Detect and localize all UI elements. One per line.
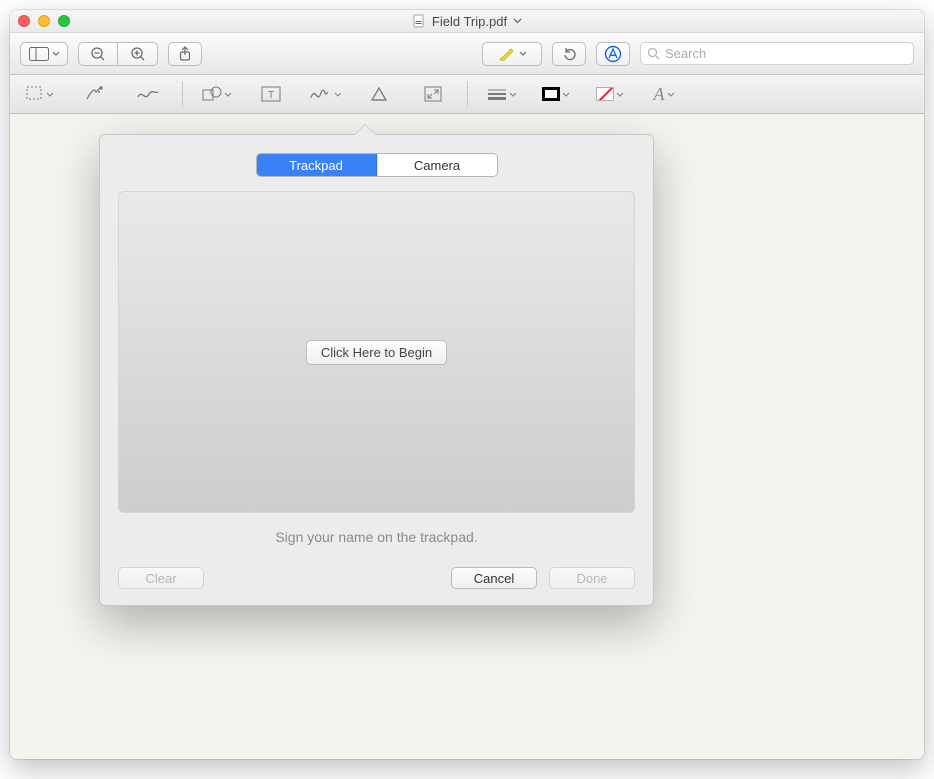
markup-toggle-button[interactable] xyxy=(596,42,630,66)
click-to-begin-button[interactable]: Click Here to Begin xyxy=(306,340,447,365)
minimize-window-button[interactable] xyxy=(38,15,50,27)
text-style-button[interactable]: A xyxy=(648,82,680,106)
tab-camera[interactable]: Camera xyxy=(377,154,497,176)
zoom-in-button[interactable] xyxy=(118,42,158,66)
document-icon xyxy=(412,14,426,28)
window-title: Field Trip.pdf xyxy=(432,14,507,29)
window-title-group: Field Trip.pdf xyxy=(10,14,924,29)
signature-canvas[interactable]: Click Here to Begin xyxy=(118,191,635,513)
sketch-button[interactable] xyxy=(132,82,164,106)
chevron-down-icon[interactable] xyxy=(513,18,522,24)
markup-toolbar: T A xyxy=(10,75,924,114)
instant-alpha-button[interactable] xyxy=(78,82,110,106)
document-area: Trackpad Camera Click Here to Begin Sign… xyxy=(10,114,924,759)
sidebar-view-button[interactable] xyxy=(20,42,68,66)
clear-button[interactable]: Clear xyxy=(118,567,204,589)
window: Field Trip.pdf xyxy=(10,10,924,759)
text-style-icon: A xyxy=(654,84,665,105)
highlight-button[interactable] xyxy=(482,42,542,66)
text-box-button[interactable]: T xyxy=(255,82,287,106)
svg-text:T: T xyxy=(268,90,274,101)
shapes-button[interactable] xyxy=(201,82,233,106)
close-window-button[interactable] xyxy=(18,15,30,27)
border-swatch-icon xyxy=(542,87,560,101)
main-toolbar: Search xyxy=(10,33,924,75)
selection-tool-button[interactable] xyxy=(24,82,56,106)
signature-source-tabs: Trackpad Camera xyxy=(118,153,635,177)
zoom-window-button[interactable] xyxy=(58,15,70,27)
cancel-button[interactable]: Cancel xyxy=(451,567,537,589)
toolbar-divider xyxy=(182,81,183,107)
rotate-button[interactable] xyxy=(552,42,586,66)
search-icon xyxy=(647,47,660,60)
toolbar-divider xyxy=(467,81,468,107)
titlebar: Field Trip.pdf xyxy=(10,10,924,33)
sign-button[interactable] xyxy=(309,82,341,106)
fill-swatch-icon xyxy=(596,87,614,101)
fill-color-button[interactable] xyxy=(594,82,626,106)
signature-popover: Trackpad Camera Click Here to Begin Sign… xyxy=(99,134,654,606)
search-field[interactable]: Search xyxy=(640,42,914,65)
share-button[interactable] xyxy=(168,42,202,66)
border-color-button[interactable] xyxy=(540,82,572,106)
tab-trackpad[interactable]: Trackpad xyxy=(257,154,377,176)
done-button[interactable]: Done xyxy=(549,567,635,589)
traffic-lights xyxy=(18,15,70,27)
adjust-size-button[interactable] xyxy=(417,82,449,106)
signature-instruction: Sign your name on the trackpad. xyxy=(118,529,635,545)
annotate-note-button[interactable] xyxy=(363,82,395,106)
zoom-out-button[interactable] xyxy=(78,42,118,66)
line-style-button[interactable] xyxy=(486,82,518,106)
search-placeholder: Search xyxy=(665,46,706,61)
